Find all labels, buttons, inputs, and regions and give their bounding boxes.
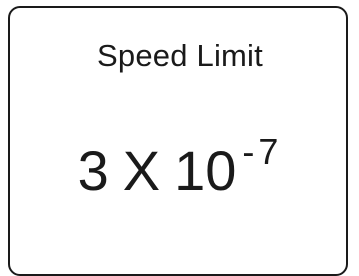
speed-limit-sign: Speed Limit 3 X 10 -7 xyxy=(8,6,348,276)
sign-title: Speed Limit xyxy=(97,38,263,73)
multiply-sign: X xyxy=(122,139,161,202)
speed-limit-value: 3 X 10 -7 xyxy=(10,131,350,203)
coefficient: 3 xyxy=(77,139,109,202)
base: 10 xyxy=(174,139,237,202)
exponent: -7 xyxy=(242,131,283,172)
